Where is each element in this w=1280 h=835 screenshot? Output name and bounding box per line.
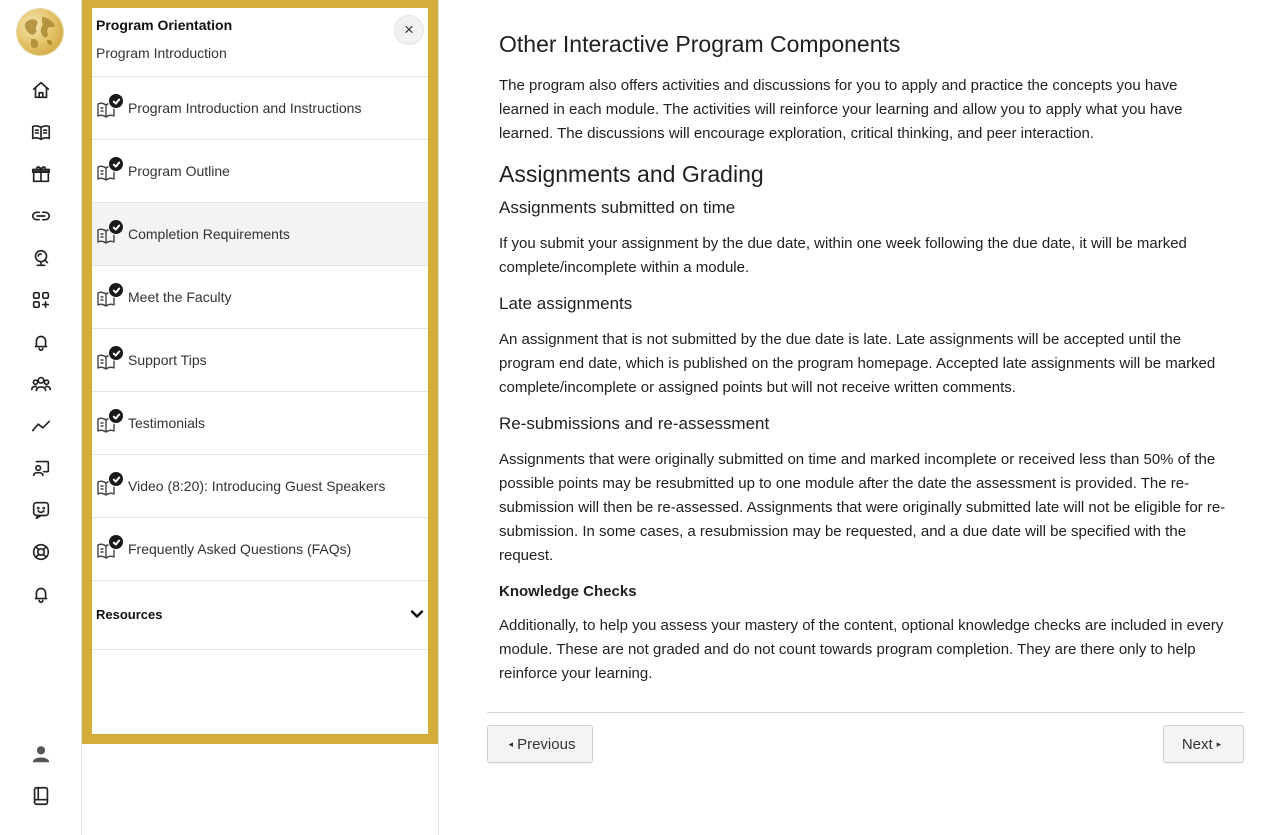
completed-check-icon: [108, 408, 124, 424]
panel-subtitle: Program Introduction: [96, 45, 227, 61]
book-page-icon: [96, 93, 124, 121]
previous-button[interactable]: ◂ Previous: [487, 725, 593, 763]
completed-check-icon: [108, 219, 124, 235]
chevron-down-icon: [410, 607, 424, 621]
para-other-components: The program also offers activities and d…: [499, 77, 1183, 142]
next-button[interactable]: Next ▸: [1163, 725, 1244, 763]
book-page-icon: [96, 471, 124, 499]
resources-label: Resources: [96, 607, 163, 622]
content-divider: [487, 712, 1244, 713]
bell-icon[interactable]: [29, 330, 53, 354]
lesson-item[interactable]: Program Outline: [92, 140, 428, 203]
book-open-icon[interactable]: [29, 120, 53, 144]
lesson-label: Program Introduction and Instructions: [128, 100, 362, 116]
book-page-icon: [96, 282, 124, 310]
heading-assignments-grading: Assignments and Grading: [499, 161, 764, 187]
para-knowledge-checks: Additionally, to help you assess your ma…: [499, 617, 1224, 682]
home-icon[interactable]: [29, 78, 53, 102]
book-page-icon: [96, 156, 124, 184]
completed-check-icon: [108, 471, 124, 487]
lesson-label: Completion Requirements: [128, 226, 290, 242]
lesson-item[interactable]: Video (8:20): Introducing Guest Speakers: [92, 455, 428, 518]
lesson-item[interactable]: Support Tips: [92, 329, 428, 392]
book-page-icon: [96, 408, 124, 436]
bell-icon-2[interactable]: [29, 582, 53, 606]
lesson-item[interactable]: Testimonials: [92, 392, 428, 455]
lesson-item[interactable]: Frequently Asked Questions (FAQs): [92, 518, 428, 581]
next-label: Next: [1181, 735, 1213, 753]
heading-knowledge-checks: Knowledge Checks: [499, 583, 637, 600]
notebook-icon[interactable]: [29, 784, 53, 808]
para-on-time: If you submit your assignment by the due…: [499, 235, 1187, 276]
lesson-label: Support Tips: [128, 352, 207, 368]
close-icon: ×: [404, 20, 414, 39]
completed-check-icon: [108, 93, 124, 109]
user-icon[interactable]: [29, 742, 53, 766]
book-page-icon: [96, 534, 124, 562]
resources-toggle[interactable]: Resources: [92, 581, 428, 650]
gift-icon[interactable]: [29, 162, 53, 186]
lesson-item[interactable]: Completion Requirements: [92, 203, 428, 266]
previous-label: Previous: [517, 735, 576, 753]
heading-late: Late assignments: [499, 294, 633, 313]
caret-right-icon: ▸: [1216, 738, 1222, 749]
link-icon[interactable]: [29, 204, 53, 228]
heading-other-components: Other Interactive Program Components: [499, 31, 901, 57]
close-panel-button[interactable]: ×: [394, 15, 424, 45]
heading-on-time: Assignments submitted on time: [499, 198, 736, 217]
para-resubmissions: Assignments that were originally submitt…: [499, 451, 1226, 564]
completed-check-icon: [108, 534, 124, 550]
lesson-label: Meet the Faculty: [128, 289, 232, 305]
caret-left-icon: ◂: [508, 738, 514, 749]
lesson-label: Frequently Asked Questions (FAQs): [128, 541, 352, 557]
lesson-item[interactable]: Meet the Faculty: [92, 266, 428, 329]
course-nav-panel: Program Orientation Program Introduction…: [82, 0, 438, 744]
completed-check-icon: [108, 345, 124, 361]
lifebuoy-icon[interactable]: [29, 540, 53, 564]
lesson-label: Program Outline: [128, 163, 230, 179]
completed-check-icon: [108, 282, 124, 298]
apps-add-icon[interactable]: [29, 288, 53, 312]
presenter-icon[interactable]: [29, 456, 53, 480]
people-icon[interactable]: [29, 372, 53, 396]
panel-title: Program Orientation: [96, 17, 233, 33]
monitor-icon[interactable]: [29, 246, 53, 270]
lesson-label: Testimonials: [128, 415, 206, 431]
para-late: An assignment that is not submitted by t…: [499, 331, 1216, 396]
icon-rail: [0, 0, 82, 835]
panel-header: Program Orientation Program Introduction…: [92, 8, 428, 77]
book-page-icon: [96, 345, 124, 373]
lesson-label: Video (8:20): Introducing Guest Speakers: [128, 478, 386, 494]
book-page-icon: [96, 219, 124, 247]
heading-resubmissions: Re-submissions and re-assessment: [499, 414, 770, 433]
article: Other Interactive Program Components The…: [499, 28, 1229, 698]
chat-emoji-icon[interactable]: [29, 498, 53, 522]
lesson-item[interactable]: Program Introduction and Instructions: [92, 77, 428, 140]
lesson-list: Program Introduction and Instructions Pro…: [92, 77, 428, 581]
globe-logo[interactable]: [17, 9, 63, 55]
trend-icon[interactable]: [29, 414, 53, 438]
main-content: Other Interactive Program Components The…: [487, 0, 1244, 835]
completed-check-icon: [108, 156, 124, 172]
